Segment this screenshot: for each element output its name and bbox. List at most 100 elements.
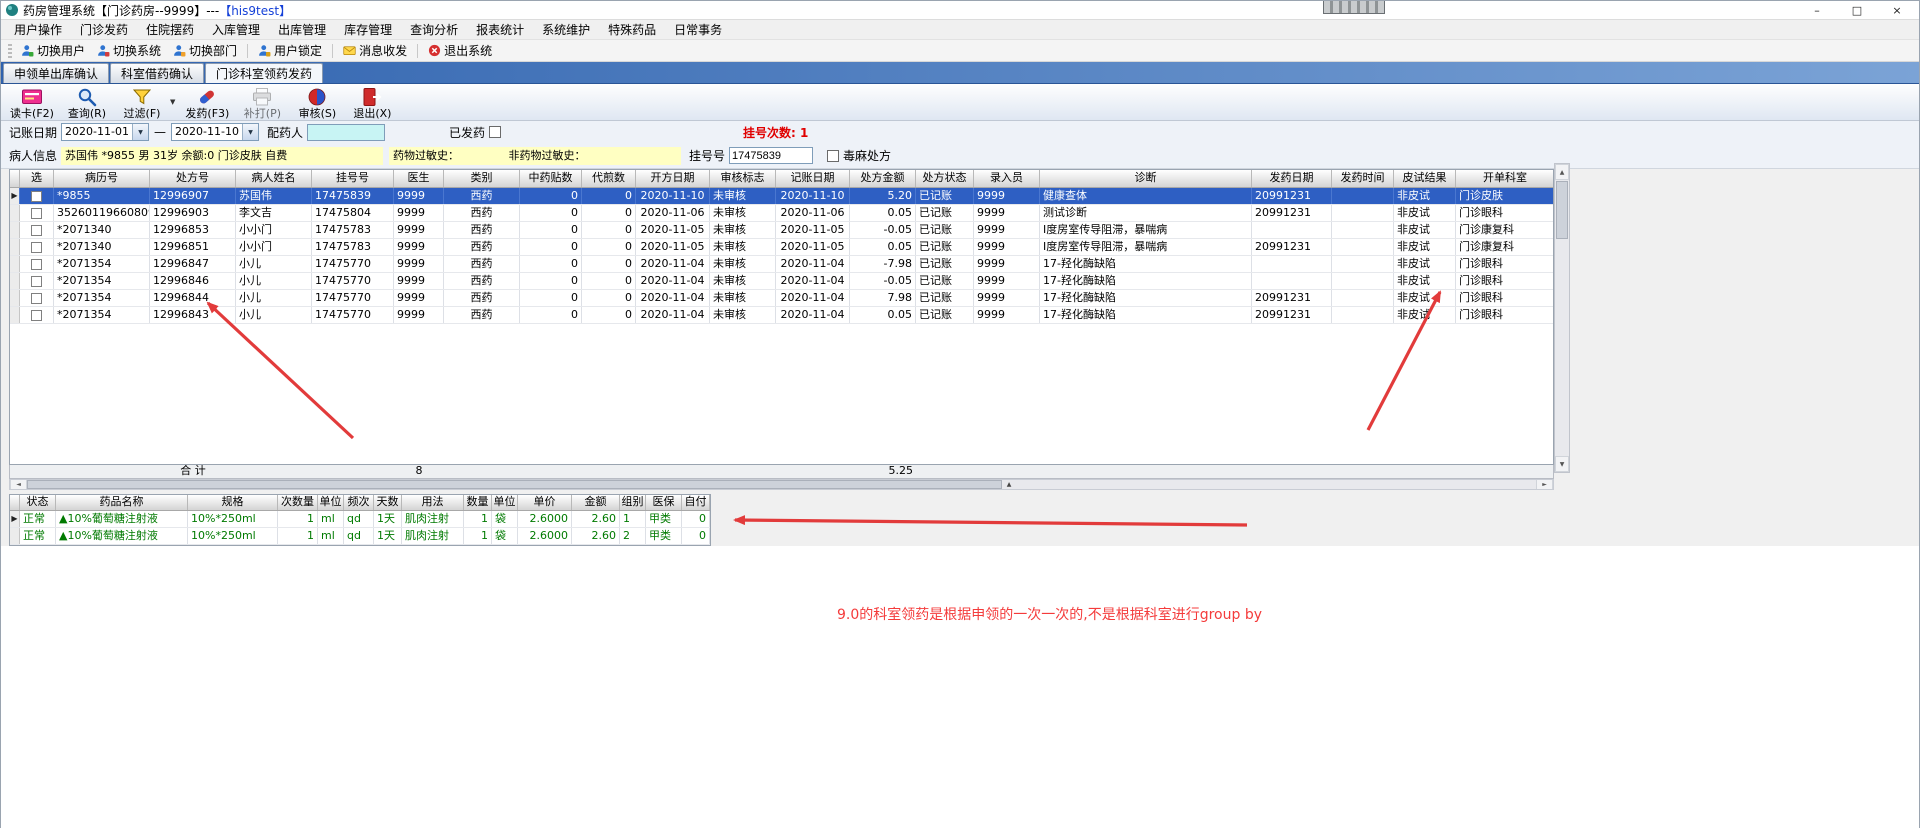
column-header[interactable]: 开方日期: [636, 170, 710, 187]
column-header[interactable]: 类别: [444, 170, 520, 187]
drug-row[interactable]: ▶ 正常 ▲10%葡萄糖注射液 10%*250ml 1 ml qd 1天 肌肉注射 1 袋 2.600…: [10, 511, 710, 528]
select-cell[interactable]: [20, 273, 54, 289]
action-button-1[interactable]: 查询(R): [64, 86, 110, 119]
tab-2[interactable]: 门诊科室领药发药: [205, 63, 324, 83]
scroll-down-button[interactable]: ▼: [1555, 456, 1569, 472]
drug-row[interactable]: 正常 ▲10%葡萄糖注射液 10%*250ml 1 ml qd 1天 肌肉注射 1 袋 2.6000…: [10, 528, 710, 545]
row-checkbox[interactable]: [31, 292, 42, 304]
column-header[interactable]: 诊断: [1040, 170, 1252, 187]
tab-1[interactable]: 科室借药确认: [110, 63, 205, 83]
menu-item-5[interactable]: 库存管理: [335, 21, 401, 38]
column-header[interactable]: 单位: [492, 495, 518, 510]
column-header[interactable]: 皮试结果: [1394, 170, 1456, 187]
column-header[interactable]: 记账日期: [776, 170, 850, 187]
select-cell[interactable]: [20, 222, 54, 238]
menu-item-4[interactable]: 出库管理: [269, 21, 335, 38]
row-checkbox[interactable]: [31, 190, 42, 202]
column-header[interactable]: 单位: [318, 495, 344, 510]
select-cell[interactable]: [20, 307, 54, 323]
row-checkbox[interactable]: [31, 309, 42, 321]
menu-item-6[interactable]: 查询分析: [401, 21, 467, 38]
prescription-row[interactable]: *2071340 12996853 小小门 17475783 9999 西药 0 0 2020-…: [10, 222, 1553, 239]
toolbar-button-0[interactable]: 切换用户: [15, 41, 91, 60]
filter-dropdown-arrow[interactable]: ▼: [170, 98, 175, 106]
action-button-5[interactable]: 审核(S): [294, 86, 340, 119]
date-to-combo[interactable]: 2020-11-10 ▼: [171, 123, 260, 141]
column-header[interactable]: 发药日期: [1252, 170, 1332, 187]
narcotic-checkbox[interactable]: [827, 149, 840, 162]
column-header[interactable]: 数量: [464, 495, 492, 510]
maximize-button[interactable]: □: [1837, 1, 1877, 19]
column-header[interactable]: 组别: [620, 495, 646, 510]
column-header[interactable]: 医生: [394, 170, 444, 187]
scroll-up-button[interactable]: ▲: [1555, 164, 1569, 180]
prescription-row[interactable]: *2071354 12996843 小儿 17475770 9999 西药 0 0 2020-1…: [10, 307, 1553, 324]
minimize-button[interactable]: –: [1797, 1, 1837, 19]
prescription-row[interactable]: *2071354 12996844 小儿 17475770 9999 西药 0 0 2020-1…: [10, 290, 1553, 307]
menu-item-1[interactable]: 门诊发药: [71, 21, 137, 38]
column-header[interactable]: 状态: [20, 495, 56, 510]
column-header[interactable]: 自付: [682, 495, 710, 510]
row-checkbox[interactable]: [31, 224, 42, 236]
column-header[interactable]: 药品名称: [56, 495, 188, 510]
column-header[interactable]: 处方状态: [916, 170, 974, 187]
toolbar-button-3[interactable]: 用户锁定: [252, 41, 328, 60]
column-header[interactable]: 中药贴数: [520, 170, 582, 187]
column-header[interactable]: 天数: [374, 495, 402, 510]
select-cell[interactable]: [20, 290, 54, 306]
select-cell[interactable]: [20, 239, 54, 255]
column-header[interactable]: 发药时间: [1332, 170, 1394, 187]
row-checkbox[interactable]: [31, 275, 42, 287]
action-button-6[interactable]: 退出(X): [349, 86, 395, 119]
select-cell[interactable]: [20, 205, 54, 221]
column-header[interactable]: 次数量: [278, 495, 318, 510]
vertical-scrollbar[interactable]: ▲ ▼: [1554, 163, 1570, 473]
date-from-combo[interactable]: 2020-11-01 ▼: [61, 123, 150, 141]
prescription-row[interactable]: *2071354 12996846 小儿 17475770 9999 西药 0 0 2020-1…: [10, 273, 1553, 290]
toolbar-button-2[interactable]: 切换部门: [167, 41, 243, 60]
column-header[interactable]: 医保: [646, 495, 682, 510]
toolbar-button-5[interactable]: 退出系统: [422, 41, 498, 60]
vscrollbar-thumb[interactable]: [1556, 181, 1568, 239]
action-button-0[interactable]: 读卡(F2): [9, 86, 55, 119]
menu-item-8[interactable]: 系统维护: [533, 21, 599, 38]
column-header[interactable]: 病历号: [54, 170, 150, 187]
horizontal-scrollbar[interactable]: ◄ ▲ ►: [9, 479, 1554, 490]
column-header[interactable]: 代煎数: [582, 170, 636, 187]
prescription-row[interactable]: *2071354 12996847 小儿 17475770 9999 西药 0 0 2020-1…: [10, 256, 1553, 273]
scroll-right-button[interactable]: ►: [1536, 480, 1553, 489]
column-header[interactable]: 单价: [518, 495, 572, 510]
close-button[interactable]: ×: [1877, 1, 1917, 19]
column-header[interactable]: 病人姓名: [236, 170, 312, 187]
tab-0[interactable]: 申领单出库确认: [3, 63, 110, 83]
menu-item-10[interactable]: 日常事务: [665, 21, 731, 38]
prescription-row[interactable]: ▶ *9855 12996907 苏国伟 17475839 9999 西药 0 0 2020-11…: [10, 188, 1553, 205]
action-button-2[interactable]: 过滤(F): [119, 86, 165, 119]
menu-item-9[interactable]: 特殊药品: [599, 21, 665, 38]
column-header[interactable]: 选: [20, 170, 54, 187]
column-header[interactable]: 规格: [188, 495, 278, 510]
select-cell[interactable]: [20, 256, 54, 272]
scroll-left-button[interactable]: ◄: [10, 480, 27, 489]
row-checkbox[interactable]: [31, 241, 42, 253]
row-checkbox[interactable]: [31, 258, 42, 270]
menu-item-3[interactable]: 入库管理: [203, 21, 269, 38]
prescription-row[interactable]: 352601196608091512996903李文吉174758049999西…: [10, 205, 1553, 222]
select-cell[interactable]: [20, 188, 54, 204]
action-button-4[interactable]: 补打(P): [239, 86, 285, 119]
menu-item-0[interactable]: 用户操作: [5, 21, 71, 38]
hscrollbar-thumb[interactable]: [27, 480, 1002, 489]
menu-item-7[interactable]: 报表统计: [467, 21, 533, 38]
column-header[interactable]: 录入员: [974, 170, 1040, 187]
column-header[interactable]: 挂号号: [312, 170, 394, 187]
dispensed-checkbox[interactable]: [489, 126, 502, 138]
column-header[interactable]: 审核标志: [710, 170, 776, 187]
column-header[interactable]: 频次: [344, 495, 374, 510]
chevron-down-icon[interactable]: ▼: [242, 124, 259, 140]
chevron-down-icon[interactable]: ▼: [132, 124, 149, 140]
menu-item-2[interactable]: 住院摆药: [137, 21, 203, 38]
column-header[interactable]: 金额: [572, 495, 620, 510]
column-header[interactable]: 用法: [402, 495, 464, 510]
dispenser-input[interactable]: [307, 123, 386, 141]
toolbar-button-1[interactable]: 切换系统: [91, 41, 167, 60]
